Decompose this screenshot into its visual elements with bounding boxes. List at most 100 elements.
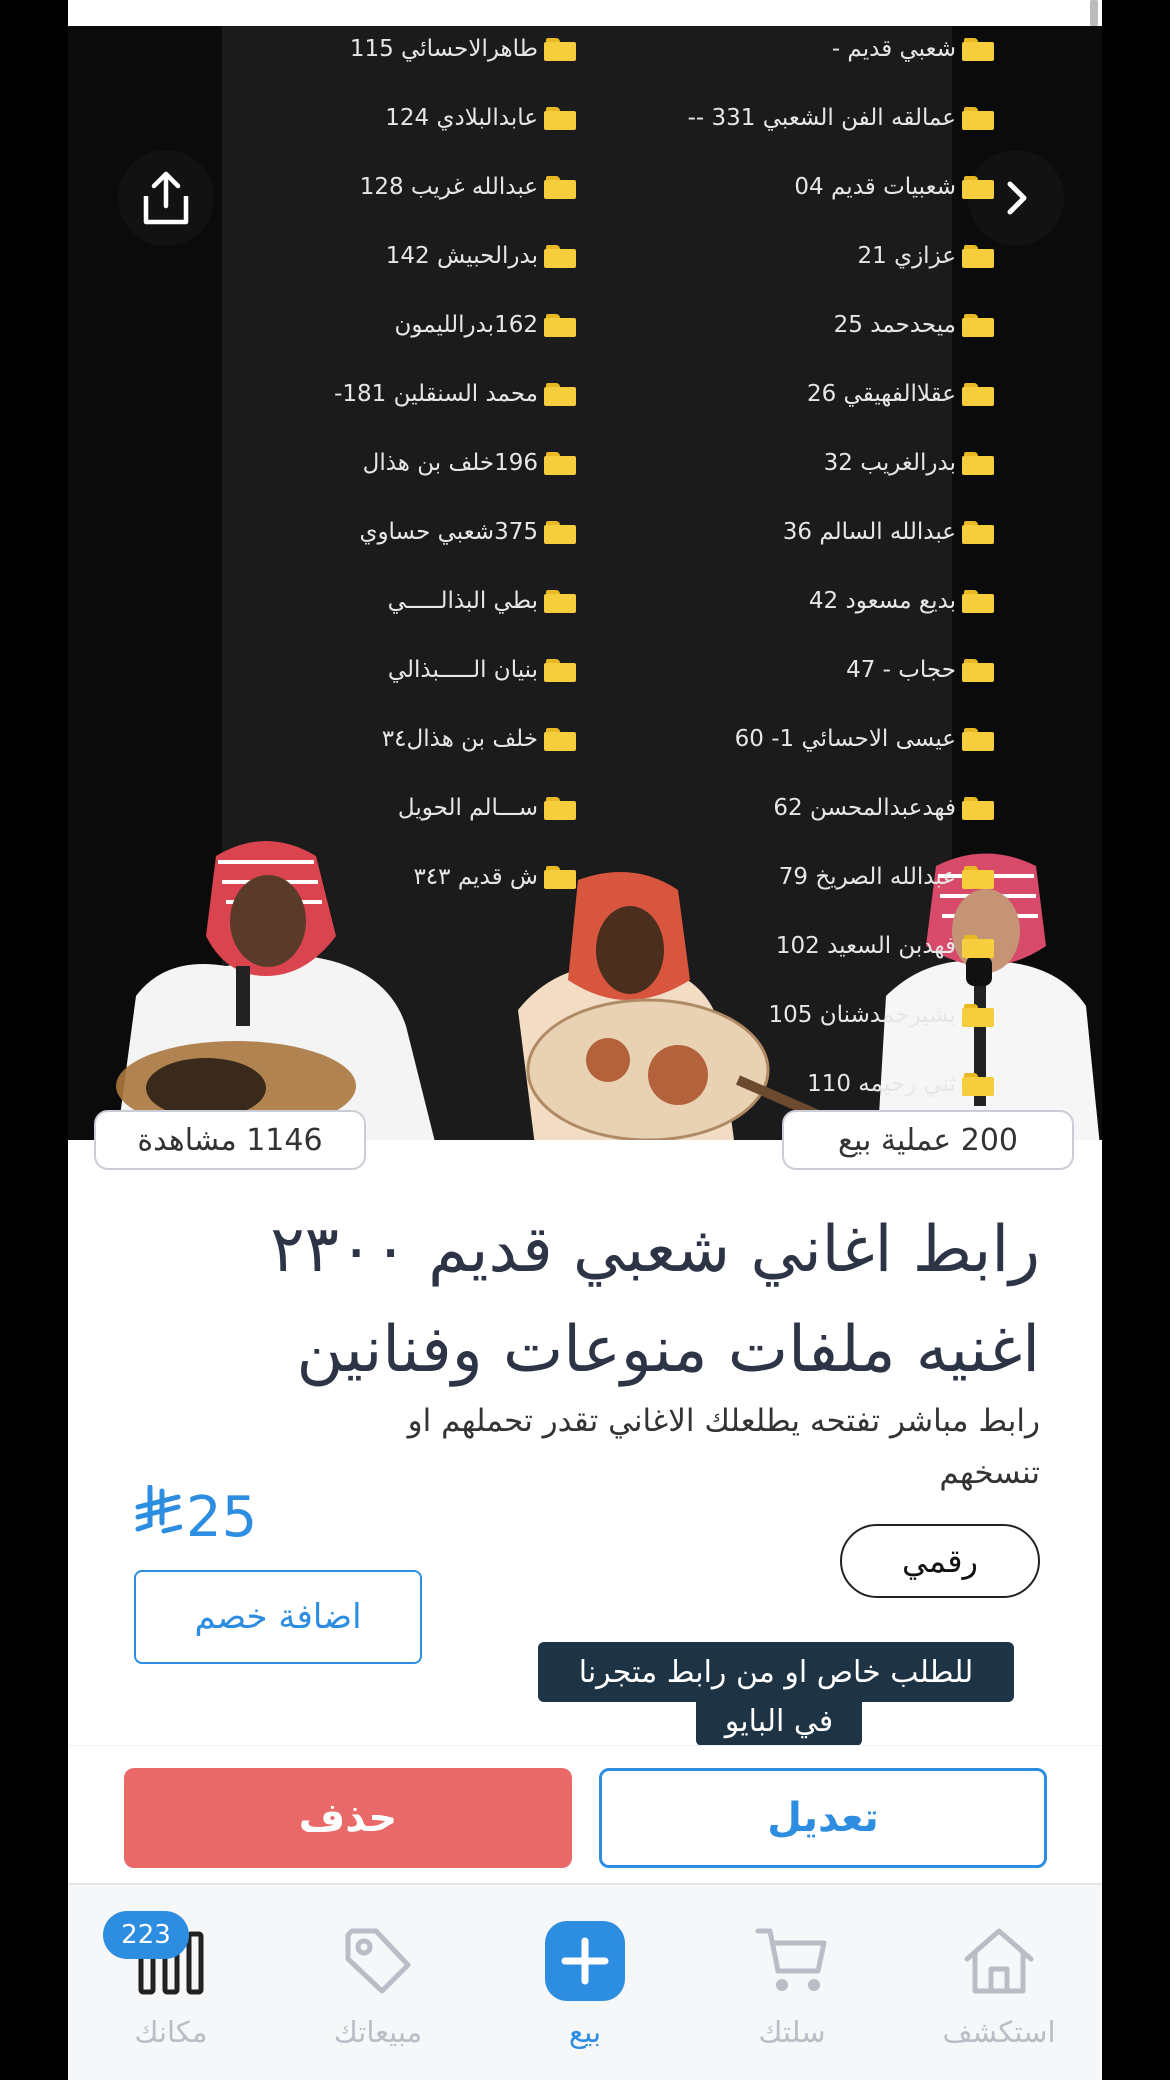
folder-item: عزازي 21 bbox=[857, 243, 994, 269]
tab-cart[interactable]: سلتك bbox=[689, 1885, 895, 2080]
folder-icon bbox=[544, 313, 576, 337]
folder-name: طاهرالاحسائي 115 bbox=[349, 36, 538, 62]
folder-item: ســـالم الحويل bbox=[398, 795, 576, 821]
tab-explore-label: استكشف bbox=[942, 2015, 1056, 2049]
product-details: رابط اغاني شعبي قديم ٢٣٠٠ اغنيه ملفات من… bbox=[68, 1140, 1102, 1746]
action-bar: حذف تعديل bbox=[68, 1745, 1102, 1883]
folder-item: عبدالله السالم 36 bbox=[783, 519, 994, 545]
folder-icon bbox=[962, 175, 994, 199]
folder-icon bbox=[544, 106, 576, 130]
singer-left-image bbox=[116, 841, 435, 1140]
views-count: 1146 مشاهدة bbox=[94, 1110, 366, 1170]
folder-icon bbox=[544, 244, 576, 268]
folder-icon bbox=[962, 658, 994, 682]
folder-name: حجاب - 47 bbox=[846, 657, 956, 683]
tab-sell[interactable]: بيع bbox=[482, 1885, 688, 2080]
folder-item: عمالقه الفن الشعبي 331 -- bbox=[688, 105, 994, 131]
folder-name: محمد السنقلين 181- bbox=[334, 381, 538, 407]
folder-icon bbox=[962, 520, 994, 544]
folder-icon bbox=[962, 727, 994, 751]
folder-item: بدرالغريب 32 bbox=[824, 450, 994, 476]
product-title: رابط اغاني شعبي قديم ٢٣٠٠ اغنيه ملفات من… bbox=[270, 1213, 1040, 1387]
folder-item: عابدالبلادي 124 bbox=[385, 105, 576, 131]
folder-icon bbox=[962, 382, 994, 406]
folder-name: بنيان الـــــبذالي bbox=[387, 657, 538, 683]
folder-item: محمد السنقلين 181- bbox=[334, 381, 576, 407]
folder-name: بدرالغريب 32 bbox=[823, 450, 956, 476]
folder-name: ش قديم ٣٤٣ bbox=[413, 864, 538, 890]
folder-icon bbox=[544, 796, 576, 820]
folder-item: شعبي قديم - bbox=[832, 36, 994, 62]
share-icon bbox=[143, 171, 189, 225]
folder-item: بشيرحمدشنان 105 bbox=[769, 1002, 994, 1028]
folder-name: عيسى الاحسائي 1- 60 bbox=[734, 726, 956, 752]
tab-explore[interactable]: استكشف bbox=[896, 1885, 1102, 2080]
add-discount-button[interactable]: اضافة خصم bbox=[134, 1570, 422, 1664]
folder-item: عقلاالفهيقي 26 bbox=[807, 381, 994, 407]
folder-name: 375شعبي حساوي bbox=[359, 519, 538, 545]
tab-sales-label: مبيعاتك bbox=[333, 2015, 423, 2049]
chevron-right-icon bbox=[1007, 181, 1027, 215]
share-button[interactable] bbox=[118, 150, 214, 246]
folder-name: عبدالله غريب 128 bbox=[359, 174, 538, 200]
folder-item: 162بدرالليمون bbox=[394, 312, 576, 338]
folder-icon bbox=[962, 589, 994, 613]
folder-name: فهدبن السعيد 102 bbox=[775, 933, 956, 959]
tab-store[interactable]: 223 مكانك bbox=[68, 1885, 274, 2080]
folder-item: خلف بن هذال٣٤ bbox=[382, 726, 576, 752]
folder-name: شعبيات قديم 04 bbox=[794, 174, 956, 200]
folder-name: عمالقه الفن الشعبي 331 -- bbox=[687, 105, 956, 131]
folder-name: بشيرحمدشنان 105 bbox=[768, 1002, 956, 1028]
folder-item: عيسى الاحسائي 1- 60 bbox=[735, 726, 994, 752]
folder-item: حجاب - 47 bbox=[846, 657, 994, 683]
folder-name: عابدالبلادي 124 bbox=[385, 105, 538, 131]
folder-icon bbox=[544, 520, 576, 544]
folder-name: فهدعبدالمحسن 62 bbox=[773, 795, 956, 821]
folder-item: عبدالله الصريخ 79 bbox=[779, 864, 994, 890]
folder-item: بنيان الـــــبذالي bbox=[388, 657, 576, 683]
folder-icon bbox=[544, 589, 576, 613]
app-frame: شعبي قديم - عمالقه الفن الشعبي 331 -- شعبي… bbox=[68, 0, 1102, 2080]
folder-icon bbox=[544, 727, 576, 751]
product-description: رابط مباشر تفتحه يطلعلك الاغاني تقدر تحم… bbox=[407, 1403, 1040, 1491]
folder-item: 375شعبي حساوي bbox=[359, 519, 576, 545]
price-value: 25 bbox=[186, 1485, 258, 1550]
folder-icon bbox=[544, 451, 576, 475]
folder-icon bbox=[962, 106, 994, 130]
folder-icon bbox=[962, 451, 994, 475]
folder-item: بطي البذالـــــي bbox=[388, 588, 576, 614]
folder-name: عزازي 21 bbox=[857, 243, 956, 269]
folder-icon bbox=[544, 37, 576, 61]
tab-sales[interactable]: مبيعاتك bbox=[275, 1885, 481, 2080]
product-type-chip: رقمي bbox=[840, 1524, 1040, 1598]
delete-button[interactable]: حذف bbox=[124, 1768, 572, 1868]
bottom-tab-bar: 223 مكانك مبيعاتك بيع سلتك استكشف bbox=[68, 1883, 1102, 2080]
folder-name: ثني رحيمه 110 bbox=[807, 1071, 956, 1097]
riyal-icon bbox=[134, 1484, 183, 1550]
folder-icon bbox=[962, 313, 994, 337]
scrollbar[interactable] bbox=[1090, 0, 1098, 26]
folder-icon bbox=[962, 1072, 994, 1096]
overlay-caption-line2: في البايو bbox=[696, 1696, 862, 1746]
folder-icon bbox=[962, 865, 994, 889]
folder-item: طاهرالاحسائي 115 bbox=[350, 36, 576, 62]
sales-count: 200 عملية بيع bbox=[782, 1110, 1074, 1170]
folder-item: شعبيات قديم 04 bbox=[794, 174, 994, 200]
folder-name: 162بدرالليمون bbox=[394, 312, 538, 338]
folder-icon bbox=[544, 658, 576, 682]
folder-name: عقلاالفهيقي 26 bbox=[806, 381, 956, 407]
folder-item: فهدعبدالمحسن 62 bbox=[773, 795, 994, 821]
product-image[interactable]: شعبي قديم - عمالقه الفن الشعبي 331 -- شعبي… bbox=[68, 26, 1102, 1140]
store-badge: 223 bbox=[103, 1911, 189, 1959]
folder-icon bbox=[544, 175, 576, 199]
folder-name: خلف بن هذال٣٤ bbox=[381, 726, 538, 752]
folder-icon bbox=[962, 934, 994, 958]
tab-store-label: مكانك bbox=[134, 2015, 208, 2049]
folder-icon bbox=[962, 244, 994, 268]
folder-item: فهدبن السعيد 102 bbox=[776, 933, 994, 959]
product-price: 25 bbox=[134, 1484, 258, 1550]
folder-icon bbox=[962, 37, 994, 61]
folder-item: عبدالله غريب 128 bbox=[360, 174, 576, 200]
overlay-caption-line1: للطلب خاص او من رابط متجرنا bbox=[538, 1642, 1014, 1702]
edit-button[interactable]: تعديل bbox=[599, 1768, 1047, 1868]
